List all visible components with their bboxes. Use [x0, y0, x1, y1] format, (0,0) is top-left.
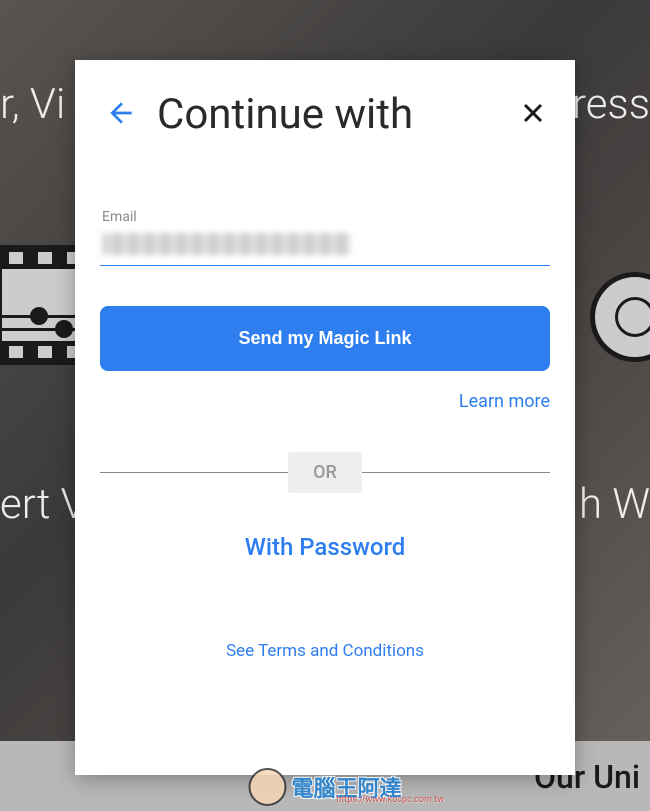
terms-and-conditions-link[interactable]: See Terms and Conditions — [100, 641, 550, 661]
close-icon — [521, 101, 545, 125]
email-field-group: Email — [100, 209, 550, 266]
modal-header: Continue with — [100, 90, 550, 139]
input-underline — [100, 265, 550, 266]
arrow-left-icon — [105, 97, 137, 129]
email-label: Email — [100, 209, 550, 225]
close-button[interactable] — [516, 96, 550, 134]
back-button[interactable] — [100, 92, 152, 138]
background-hero-text: r, Vi — [0, 80, 65, 129]
divider-line — [100, 472, 288, 473]
divider-text: OR — [288, 452, 362, 493]
modal-title: Continue with — [157, 90, 516, 139]
with-password-link[interactable]: With Password — [100, 533, 550, 561]
continue-with-modal: Continue with Email Send my Magic Link L… — [75, 60, 575, 775]
background-hero-text: h W — [579, 480, 650, 529]
background-hero-text: ress — [572, 80, 650, 129]
camera-icon — [570, 260, 650, 360]
watermark-url: https://www.kocpc.com.tw — [336, 795, 444, 805]
divider-line — [362, 472, 550, 473]
divider: OR — [100, 452, 550, 493]
watermark-avatar-icon — [248, 768, 286, 806]
learn-more-link[interactable]: Learn more — [100, 391, 550, 412]
send-magic-link-button[interactable]: Send my Magic Link — [100, 306, 550, 371]
background-hero-text: ert V — [0, 480, 87, 529]
watermark: 電腦王阿達 https://www.kocpc.com.tw — [248, 768, 401, 806]
email-input-value-redacted[interactable] — [102, 233, 350, 255]
